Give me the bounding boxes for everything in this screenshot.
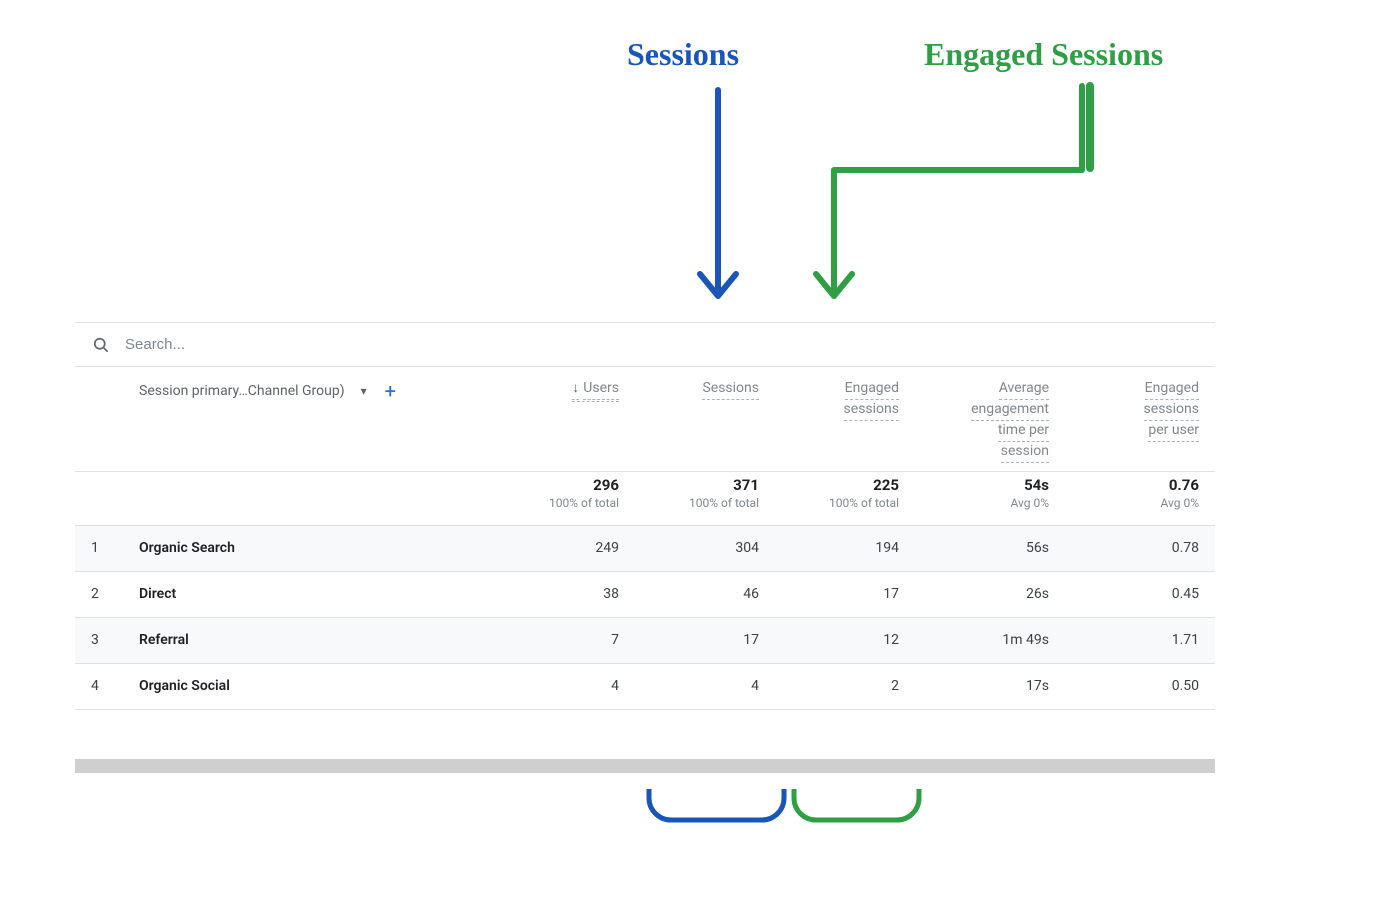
- table-totals-row: 296 100% of total 371 100% of total 225 …: [75, 471, 1215, 525]
- column-header-avg-engagement[interactable]: Average engagement time per session: [931, 379, 1049, 463]
- dimension-selector[interactable]: Session primary…Channel Group): [139, 383, 345, 399]
- dimension-cell[interactable]: Direct: [123, 571, 505, 617]
- table-search-row: [75, 323, 1215, 367]
- chevron-down-icon[interactable]: ▾: [355, 384, 367, 398]
- totals-sessions: 371: [651, 476, 759, 494]
- column-header-engaged-per-user[interactable]: Engaged sessions per user: [1081, 379, 1199, 442]
- column-header-engaged-sessions[interactable]: Engaged sessions: [791, 379, 899, 421]
- table-row: 3 Referral 7 17 12 1m 49s 1.71: [75, 617, 1215, 663]
- annotation-engaged-label: Engaged Sessions: [924, 36, 1163, 73]
- sort-desc-icon: ↓: [572, 379, 579, 400]
- totals-avg: 54s: [931, 476, 1049, 494]
- table-row: 1 Organic Search 249 304 194 56s 0.78: [75, 525, 1215, 571]
- table-row: 4 Organic Social 4 4 2 17s 0.50: [75, 663, 1215, 709]
- dimension-cell[interactable]: Referral: [123, 617, 505, 663]
- dimension-cell[interactable]: Organic Social: [123, 663, 505, 709]
- annotation-sessions-label: Sessions: [627, 36, 739, 73]
- totals-per-user: 0.76: [1081, 476, 1199, 494]
- add-dimension-button[interactable]: +: [385, 379, 396, 403]
- search-input[interactable]: [123, 335, 1199, 354]
- analytics-table-panel: Session primary…Channel Group) ▾ + ↓User…: [75, 322, 1215, 789]
- totals-users: 296: [521, 476, 619, 494]
- totals-engaged: 225: [791, 476, 899, 494]
- dimension-cell[interactable]: Organic Search: [123, 525, 505, 571]
- column-header-sessions[interactable]: Sessions: [651, 379, 759, 400]
- table-footer-spacer: [75, 709, 1215, 743]
- column-header-users[interactable]: ↓Users: [521, 379, 619, 402]
- horizontal-scrollbar[interactable]: [75, 743, 1215, 789]
- search-icon: [91, 335, 111, 355]
- analytics-table: Session primary…Channel Group) ▾ + ↓User…: [75, 367, 1215, 789]
- table-header-row: Session primary…Channel Group) ▾ + ↓User…: [75, 367, 1215, 471]
- table-row: 2 Direct 38 46 17 26s 0.45: [75, 571, 1215, 617]
